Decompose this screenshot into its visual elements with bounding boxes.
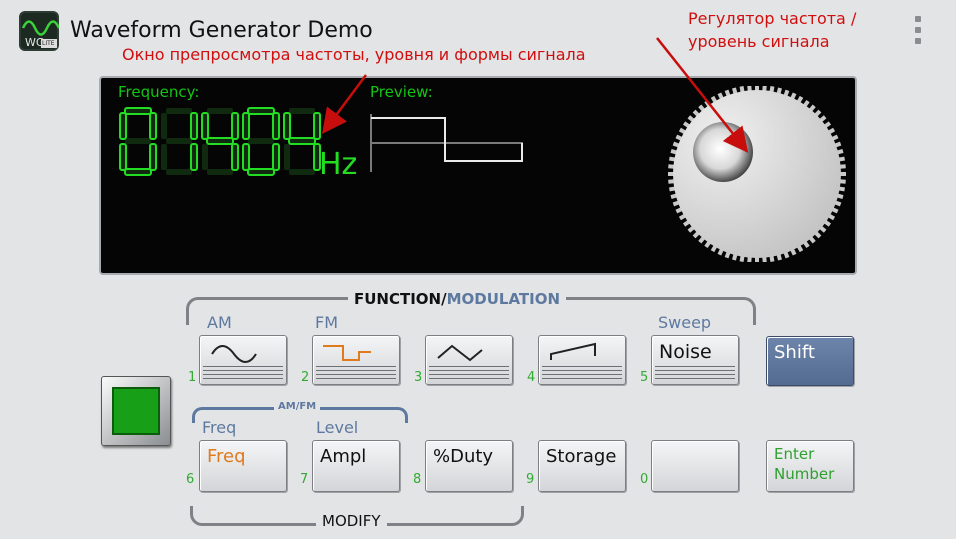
square-wave-icon (323, 345, 371, 361)
annotation-preview-window: Окно препросмотра частоты, уровня и форм… (122, 45, 586, 64)
lcd-digit (119, 107, 157, 176)
annotation-knob-line2: уровень сигнала (688, 32, 830, 51)
lcd-digit (161, 108, 198, 175)
frequency-label: Frequency: (118, 83, 200, 101)
sine-wave-button[interactable] (199, 335, 287, 385)
storage-label: Storage (546, 446, 617, 467)
modify-title: MODIFY (316, 512, 387, 530)
key-number: 2 (301, 370, 310, 385)
key-number: 4 (527, 370, 536, 385)
shift-label: Shift (774, 342, 815, 363)
preview-label: Preview: (370, 83, 433, 101)
sawtooth-wave-icon (550, 342, 596, 360)
sine-wave-icon (211, 345, 257, 363)
frequency-readout (119, 107, 321, 176)
output-toggle-button[interactable] (101, 376, 171, 446)
waveform-preview (370, 114, 523, 172)
app-icon: WG LITE (19, 11, 59, 51)
sweep-label: Sweep (658, 313, 712, 332)
key-number: 9 (526, 472, 535, 487)
freq-group-label: Freq (202, 418, 237, 437)
triangle-wave-icon (437, 344, 483, 362)
ampl-button[interactable]: Ampl (312, 440, 400, 492)
function-modulation-title: FUNCTION/MODULATION (348, 290, 567, 308)
zero-button[interactable] (651, 440, 739, 492)
duty-label: %Duty (433, 446, 494, 467)
key-number: 5 (640, 370, 649, 385)
amfm-label: AM/FM (274, 401, 321, 412)
duty-button[interactable]: %Duty (425, 440, 513, 492)
key-number: 3 (414, 370, 423, 385)
level-group-label: Level (316, 418, 359, 437)
key-number: 7 (300, 472, 309, 487)
sawtooth-wave-button[interactable] (538, 335, 626, 385)
frequency-unit: Hz (319, 147, 358, 182)
freq-button[interactable]: Freq (199, 440, 287, 492)
storage-button[interactable]: Storage (538, 440, 626, 492)
ampl-label: Ampl (320, 446, 367, 467)
output-indicator (112, 387, 160, 435)
freq-label: Freq (207, 446, 246, 467)
am-label: AM (207, 313, 232, 332)
overflow-menu-icon[interactable] (913, 16, 923, 48)
noise-button[interactable]: Noise (651, 335, 739, 385)
key-number: 1 (188, 370, 197, 385)
frequency-level-knob[interactable] (661, 86, 853, 262)
key-number: 8 (413, 472, 422, 487)
number-label: Number (774, 465, 835, 483)
noise-label: Noise (659, 341, 712, 363)
square-wave-button[interactable] (312, 335, 400, 385)
lcd-digit (283, 108, 321, 175)
modulation-title: MODULATION (446, 290, 561, 308)
lcd-digit (242, 107, 280, 176)
app-title: Waveform Generator Demo (70, 18, 373, 43)
function-title: FUNCTION/ (354, 290, 447, 308)
shift-button[interactable]: Shift (766, 336, 854, 386)
enter-number-button[interactable]: Enter Number (766, 440, 854, 492)
app-icon-badge: LITE (42, 40, 55, 47)
key-number: 6 (186, 472, 195, 487)
enter-label: Enter (774, 445, 815, 463)
triangle-wave-button[interactable] (425, 335, 513, 385)
key-number: 0 (640, 472, 649, 487)
fm-label: FM (315, 313, 339, 332)
lcd-digit (201, 108, 239, 175)
annotation-knob-line1: Регулятор частота / (688, 9, 857, 28)
